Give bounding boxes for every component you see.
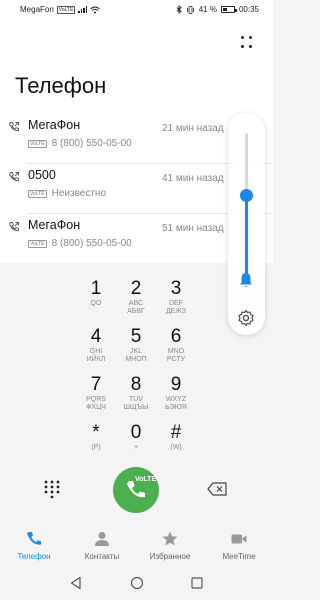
key-letters: MNO: [167, 348, 185, 355]
volume-knob[interactable]: [240, 189, 253, 202]
call-name: МегаФон: [28, 118, 81, 132]
gear-icon[interactable]: [237, 309, 255, 327]
system-nav: [0, 569, 273, 600]
sim-badge: VoLTE: [28, 189, 47, 198]
key-letters-cyrillic: ДЕЖЗ: [165, 308, 187, 315]
key-digit: #: [170, 422, 182, 443]
key-letters-cyrillic: ЬЭЮЯ: [165, 404, 187, 411]
tab-label: Контакты: [84, 552, 120, 561]
star-icon: [162, 531, 178, 546]
tab-favorites[interactable]: Избранное: [136, 530, 204, 561]
bottom-nav: Телефон Контакты Избранное MeeTime: [0, 525, 273, 569]
tab-label: MeeTime: [222, 552, 256, 561]
bluetooth-icon: [176, 5, 182, 14]
vibrate-icon: [186, 5, 194, 14]
status-bar: MegaFon VoLTE 41 % 00:35: [0, 0, 273, 18]
call-time: 41 мин назад: [162, 173, 224, 184]
call-number: 8 (800) 550-05-00: [51, 138, 132, 149]
call-button[interactable]: VoLTE: [113, 467, 159, 513]
key-digit: 3: [170, 278, 182, 299]
key-digit: 9: [170, 374, 182, 395]
backspace-icon[interactable]: [207, 482, 227, 496]
key-letters: (W): [170, 444, 182, 451]
carrier-name: MegaFon: [20, 5, 54, 14]
volume-panel: [228, 113, 265, 335]
tab-label: Телефон: [17, 552, 51, 561]
tab-phone[interactable]: Телефон: [0, 530, 68, 561]
key-letters-cyrillic: РСТУ: [166, 356, 186, 363]
recents-icon[interactable]: [190, 576, 204, 590]
call-number: Неизвестно: [51, 188, 107, 199]
call-time: 21 мин назад: [162, 123, 224, 134]
tab-contacts[interactable]: Контакты: [68, 530, 136, 561]
battery-percent: 41 %: [198, 5, 217, 14]
contacts-icon: [95, 532, 109, 546]
clock: 00:35: [238, 5, 259, 14]
wifi-icon: [90, 6, 101, 13]
dialpad-key[interactable]: 9 WXYZ ЬЭЮЯ: [136, 375, 216, 419]
tab-label: Избранное: [149, 552, 191, 561]
outgoing-call-icon: [8, 222, 19, 232]
dialpad-actions: VoLTE: [0, 463, 273, 513]
more-dots-icon[interactable]: [241, 36, 255, 50]
call-time: 51 мин назад: [162, 223, 224, 234]
page-title: Телефон: [15, 73, 107, 98]
outgoing-call-icon: [8, 172, 19, 182]
key-letters: DEF: [169, 300, 183, 307]
signal-icon: [78, 6, 88, 13]
sim-badge: VoLTE: [28, 239, 47, 248]
call-name: МегаФон: [28, 218, 81, 232]
tab-meetime[interactable]: MeeTime: [205, 530, 273, 561]
phone-icon: [27, 532, 41, 545]
volte-label: VoLTE: [135, 476, 157, 483]
video-camera-icon: [231, 534, 247, 544]
back-icon[interactable]: [69, 576, 83, 590]
bell-icon[interactable]: [237, 271, 255, 289]
volume-slider[interactable]: [240, 133, 253, 275]
key-digit: 6: [170, 326, 182, 347]
home-icon[interactable]: [130, 576, 144, 590]
battery-icon: [220, 6, 237, 13]
dialpad-key[interactable]: # (W): [136, 423, 216, 467]
key-letters: WXYZ: [165, 396, 187, 403]
dialpad-key[interactable]: 3 DEF ДЕЖЗ: [136, 279, 216, 323]
sim-badge: VoLTE: [28, 139, 47, 148]
outgoing-call-icon: [8, 122, 19, 132]
dialpad-key[interactable]: 6 MNO РСТУ: [136, 327, 216, 371]
call-number: 8 (800) 550-05-00: [51, 238, 132, 249]
dialpad-grid-icon[interactable]: [42, 479, 62, 499]
call-name: 0500: [28, 168, 56, 182]
network-badge: VoLTE: [56, 5, 76, 14]
